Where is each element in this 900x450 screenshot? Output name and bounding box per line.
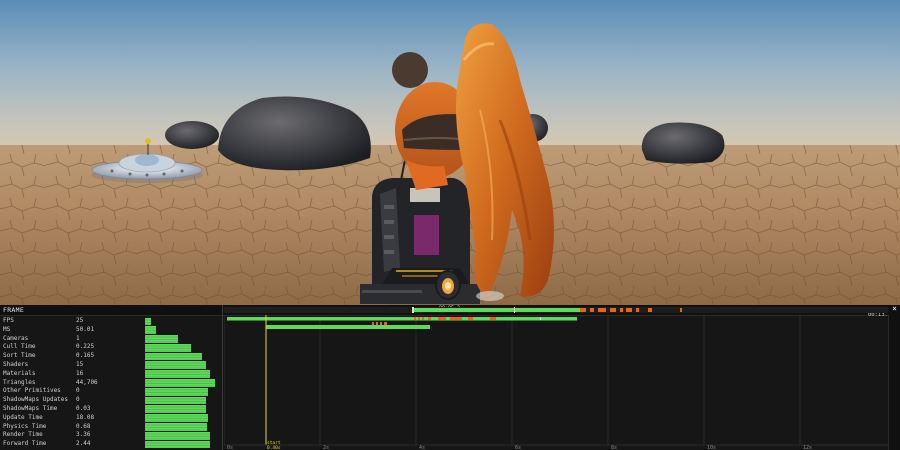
stat-value: 1 xyxy=(76,334,80,342)
profiler-title[interactable]: FRAME xyxy=(3,306,24,315)
stat-bar xyxy=(145,335,179,343)
stat-row: Physics Time 0.68 xyxy=(3,423,143,432)
rock-left-small xyxy=(165,121,219,149)
stat-bar xyxy=(145,379,215,387)
stat-name: Cull Time xyxy=(3,343,36,351)
stat-bar-row xyxy=(145,440,221,449)
vertical-scrollbar[interactable] xyxy=(888,315,900,450)
axis-tick-label: 2s xyxy=(323,445,329,450)
stat-bar xyxy=(145,431,210,440)
stat-row: Forward Time 2.44 xyxy=(3,440,143,449)
stat-name: FPS xyxy=(3,317,14,324)
stat-row: Cameras 1 xyxy=(3,335,143,344)
stat-bar xyxy=(145,370,211,379)
stat-value: 25 xyxy=(76,317,84,324)
profiler-panel: FRAME × FPS 25 MS 50.01 Cameras 1 Cull Time 0.2… xyxy=(0,304,900,450)
stat-name: ShadowMaps Updates xyxy=(3,396,69,404)
stat-name: Shaders xyxy=(3,360,29,368)
stat-bar-row xyxy=(145,361,221,370)
stat-value: 0 xyxy=(76,387,80,395)
stat-bar xyxy=(145,317,152,326)
game-viewport[interactable] xyxy=(0,0,900,305)
stat-name: MS xyxy=(3,325,11,333)
stat-name: Update Time xyxy=(3,413,43,421)
stat-bar-row xyxy=(145,343,221,352)
stats-list: FPS 25 MS 50.01 Cameras 1 Cull Time 0.225 Sort T… xyxy=(3,317,143,449)
stat-name: ShadowMaps Time xyxy=(3,404,58,412)
stats-bar-graph xyxy=(145,317,221,449)
stat-bar-row xyxy=(145,317,221,326)
stat-bar-row xyxy=(145,335,221,344)
axis-tick-label: 6s xyxy=(515,445,521,450)
stat-name: Other Primitives xyxy=(3,387,61,395)
stat-bar xyxy=(145,423,208,431)
stat-bar-row xyxy=(145,379,221,388)
stat-row: Sort Time 0.165 xyxy=(3,352,143,361)
stat-value: 0.165 xyxy=(76,352,95,360)
stat-value: 0.68 xyxy=(76,422,91,430)
stat-bar xyxy=(145,352,202,361)
stat-row: Other Primitives 0 xyxy=(3,387,143,396)
stat-bar xyxy=(145,343,191,352)
axis-tick-label: 8s xyxy=(611,445,617,450)
stat-name: Sort Time xyxy=(3,352,36,360)
stat-bar-row xyxy=(145,387,221,396)
stat-value: 15 xyxy=(76,360,84,368)
stat-row: Triangles 44,706 xyxy=(3,379,143,388)
stat-value: 0.03 xyxy=(76,404,91,412)
stat-row: Materials 16 xyxy=(3,370,143,379)
axis-tick-label: 4s xyxy=(419,445,425,450)
stat-row: Shaders 15 xyxy=(3,361,143,370)
stat-bar-row xyxy=(145,431,221,440)
stat-bar xyxy=(145,414,209,423)
stat-value: 2.44 xyxy=(76,440,91,448)
stat-bar-row xyxy=(145,370,221,379)
stat-value: 3.36 xyxy=(76,431,91,439)
stat-bar xyxy=(145,396,206,405)
stat-bar-row xyxy=(145,352,221,361)
stat-bar-row xyxy=(145,414,221,423)
stat-row: MS 50.01 xyxy=(3,326,143,335)
stat-value: 16 xyxy=(76,369,84,377)
stat-bar xyxy=(145,387,209,396)
stat-row: Update Time 18.08 xyxy=(3,414,143,423)
stat-bar-row xyxy=(145,396,221,405)
stat-bar-row xyxy=(145,423,221,432)
close-icon[interactable]: × xyxy=(892,304,897,314)
stat-bar-row xyxy=(145,326,221,335)
stat-bar xyxy=(145,361,206,370)
rock-right-large xyxy=(641,122,725,164)
stat-bar xyxy=(145,405,206,414)
stat-name: Physics Time xyxy=(3,422,47,430)
stat-bar xyxy=(145,440,211,449)
stat-value: 0.225 xyxy=(76,343,95,351)
axis-tick-label: 10s xyxy=(707,445,716,450)
stat-bar xyxy=(145,326,157,335)
stat-row: FPS 25 xyxy=(3,317,143,326)
stat-name: Render Time xyxy=(3,431,43,439)
stat-row: ShadowMaps Updates 0 xyxy=(3,396,143,405)
stat-value: 44,706 xyxy=(76,378,98,386)
stat-name: Materials xyxy=(3,369,36,377)
stat-value: 50.01 xyxy=(76,325,95,333)
stat-row: ShadowMaps Time 0.03 xyxy=(3,405,143,414)
stat-name: Triangles xyxy=(3,378,36,386)
stat-name: Forward Time xyxy=(3,440,47,448)
frame-timeline[interactable]: 00:00.0 FPS 00:05.2 00:13.6 xyxy=(224,305,888,450)
stat-bar-row xyxy=(145,405,221,414)
axis-tick-label: 12s xyxy=(803,445,812,450)
marker-label-time: 0.40s xyxy=(267,445,281,450)
stat-row: Cull Time 0.225 xyxy=(3,343,143,352)
axis-tick-label: 0s xyxy=(227,445,233,450)
stat-row: Render Time 3.36 xyxy=(3,431,143,440)
panel-divider xyxy=(222,305,223,450)
stat-name: Cameras xyxy=(3,334,29,342)
stat-value: 0 xyxy=(76,396,80,404)
stat-value: 18.08 xyxy=(76,413,95,421)
